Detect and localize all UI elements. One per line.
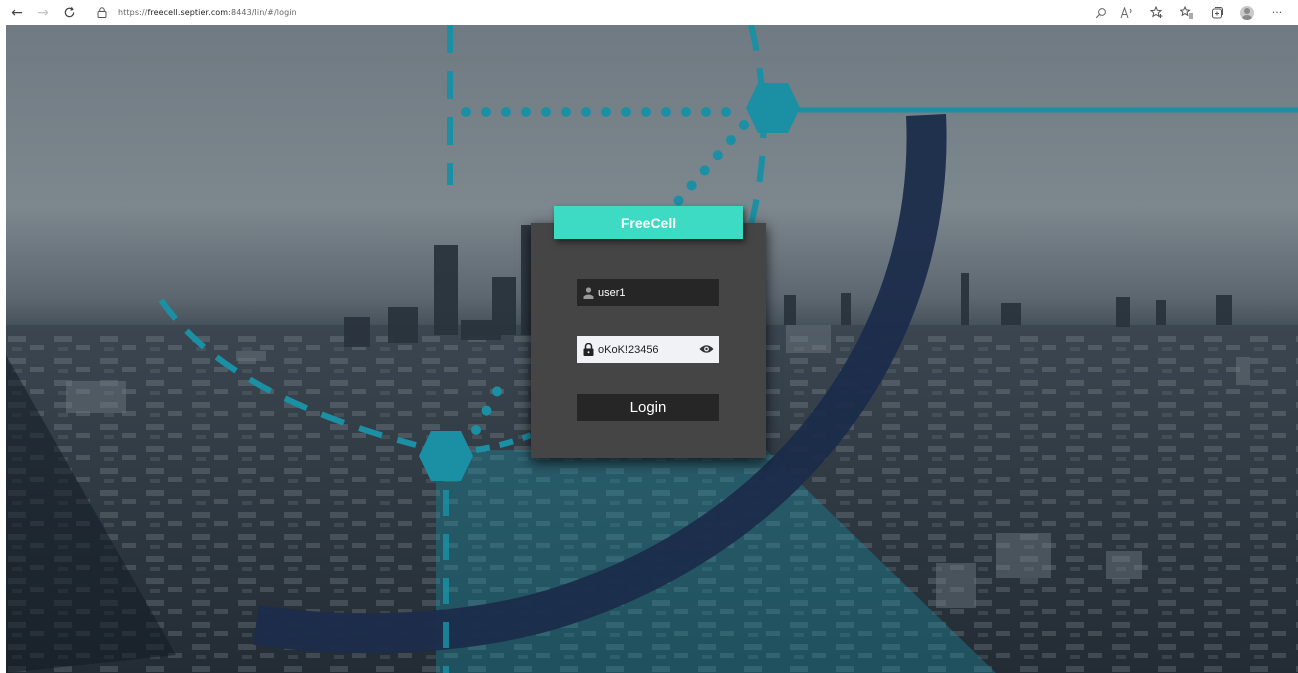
forward-icon: → (37, 4, 49, 21)
favorite-add-icon[interactable] (1144, 0, 1170, 25)
url-text[interactable]: https://freecell.septier.com:8443/lin/#/… (118, 8, 297, 17)
url-host: freecell.septier.com (147, 8, 229, 17)
username-field[interactable] (577, 279, 719, 306)
lock-icon (581, 342, 595, 358)
browser-toolbar: ← → https://freecell.septier.com:8443/li… (0, 0, 1298, 25)
zoom-icon[interactable] (1088, 0, 1114, 25)
back-icon[interactable]: ← (4, 0, 30, 25)
address-bar[interactable]: https://freecell.septier.com:8443/lin/#/… (94, 3, 297, 23)
read-aloud-icon[interactable] (1114, 0, 1140, 25)
user-icon (581, 285, 595, 301)
avatar[interactable] (1240, 5, 1254, 20)
brand-header: FreeCell (554, 206, 743, 239)
password-input[interactable] (598, 338, 698, 361)
refresh-icon[interactable] (56, 0, 82, 25)
login-button[interactable]: Login (577, 394, 719, 421)
favorites-icon[interactable] (1174, 0, 1200, 25)
lock-icon[interactable] (94, 5, 110, 21)
username-input[interactable] (598, 281, 698, 304)
password-field[interactable] (577, 336, 719, 363)
page-viewport: FreeCell Login (6, 25, 1298, 673)
collections-icon[interactable] (1204, 0, 1230, 25)
more-icon[interactable]: ··· (1264, 0, 1290, 25)
profile-icon[interactable] (1234, 0, 1260, 25)
toolbar-actions: ··· (1088, 0, 1290, 25)
show-password-icon[interactable] (698, 342, 714, 356)
